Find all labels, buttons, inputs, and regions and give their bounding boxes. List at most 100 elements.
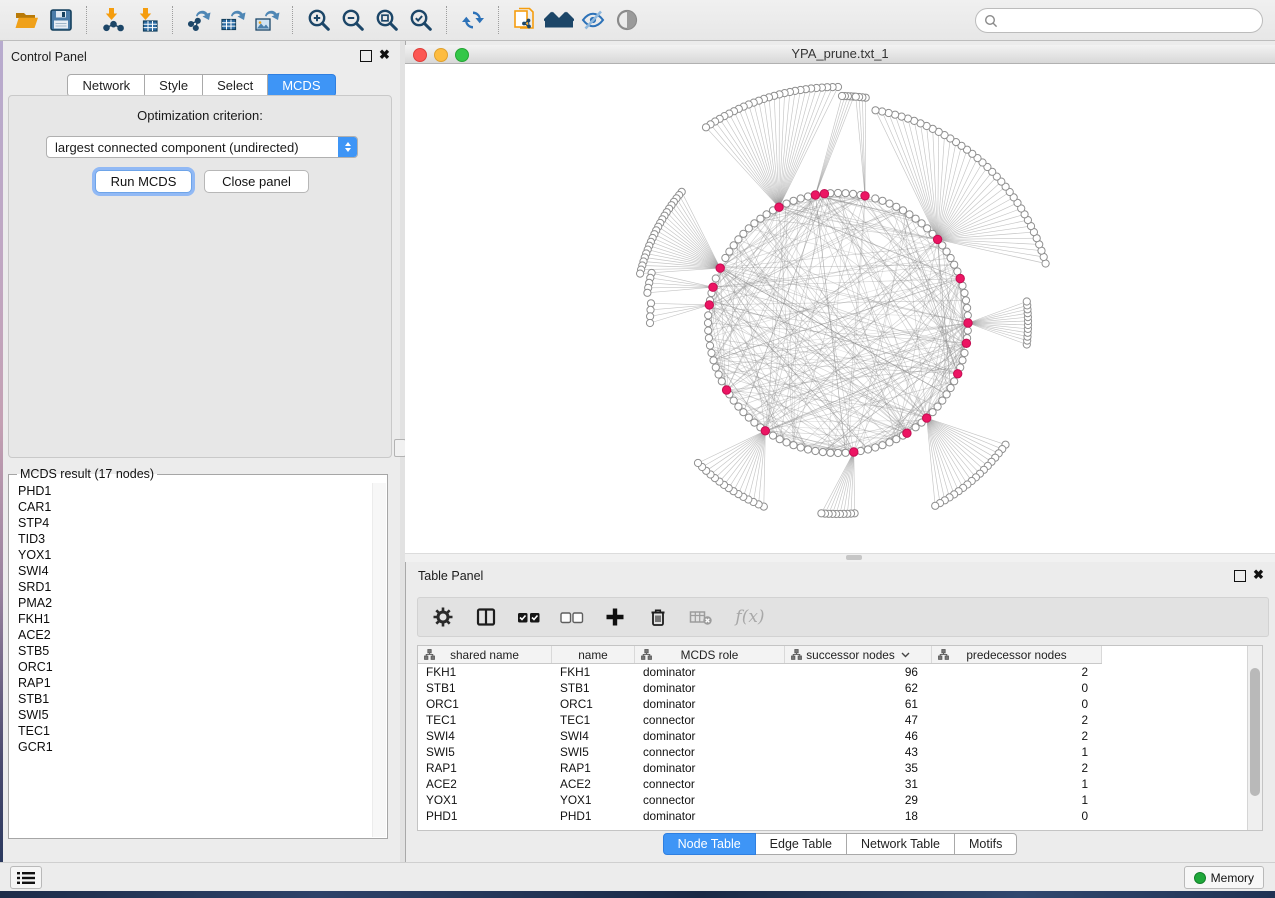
graph-node[interactable] xyxy=(790,197,797,204)
graph-node[interactable] xyxy=(864,446,871,453)
graph-node[interactable] xyxy=(961,349,968,356)
graph-node[interactable] xyxy=(943,391,950,398)
export-image-button[interactable] xyxy=(250,5,284,35)
tab-network-table[interactable]: Network Table xyxy=(847,833,955,855)
graph-node[interactable] xyxy=(705,312,712,319)
close-mcds-panel-button[interactable]: Close panel xyxy=(204,170,309,193)
graph-node[interactable] xyxy=(961,289,968,296)
select-all-button[interactable] xyxy=(518,606,540,628)
graph-node[interactable] xyxy=(951,378,958,385)
graph-hub-node[interactable] xyxy=(861,192,869,200)
table-row[interactable]: RAP1RAP1dominator352 xyxy=(418,760,1247,776)
column-header-predecessor-nodes[interactable]: predecessor nodes xyxy=(932,646,1102,663)
graph-node[interactable] xyxy=(893,436,900,443)
graph-node[interactable] xyxy=(804,446,811,453)
graph-node[interactable] xyxy=(818,510,825,517)
graph-node[interactable] xyxy=(819,449,826,456)
zoom-out-button[interactable] xyxy=(336,5,370,35)
graph-node[interactable] xyxy=(886,200,893,207)
graph-node[interactable] xyxy=(951,261,958,268)
mcds-result-item[interactable]: STP4 xyxy=(18,515,372,531)
network-view-canvas[interactable] xyxy=(405,64,1275,553)
table-row[interactable]: STB1STB1dominator620 xyxy=(418,680,1247,696)
graph-node[interactable] xyxy=(879,108,886,115)
import-table-button[interactable] xyxy=(130,5,164,35)
graph-node[interactable] xyxy=(838,92,845,99)
graph-node[interactable] xyxy=(705,335,712,342)
tab-network[interactable]: Network xyxy=(67,74,145,97)
graph-node[interactable] xyxy=(912,424,919,431)
hide-graphics-details-button[interactable] xyxy=(576,5,610,35)
graph-node[interactable] xyxy=(704,319,711,326)
graph-node[interactable] xyxy=(722,254,729,261)
graph-node[interactable] xyxy=(906,211,913,218)
close-table-panel-button[interactable]: ✖ xyxy=(1253,570,1264,580)
mcds-result-item[interactable]: ACE2 xyxy=(18,627,372,643)
tab-edge-table[interactable]: Edge Table xyxy=(756,833,847,855)
show-columns-button[interactable] xyxy=(475,606,497,628)
graph-node[interactable] xyxy=(702,124,709,131)
search-input[interactable] xyxy=(1003,13,1262,29)
graph-node[interactable] xyxy=(918,220,925,227)
graph-node[interactable] xyxy=(959,357,966,364)
table-row[interactable]: ACE2ACE2connector311 xyxy=(418,776,1247,792)
graph-hub-node[interactable] xyxy=(933,235,941,243)
mcds-result-item[interactable]: SWI5 xyxy=(18,707,372,723)
mcds-result-item[interactable]: ORC1 xyxy=(18,659,372,675)
graph-node[interactable] xyxy=(893,203,900,210)
graph-node[interactable] xyxy=(834,449,841,456)
tab-motifs[interactable]: Motifs xyxy=(955,833,1017,855)
graph-hub-node[interactable] xyxy=(811,191,819,199)
mcds-result-item[interactable]: PHD1 xyxy=(18,483,372,499)
zoom-fit-button[interactable] xyxy=(370,5,404,35)
mcds-result-item[interactable]: RAP1 xyxy=(18,675,372,691)
delete-table-button[interactable] xyxy=(690,606,712,628)
run-mcds-button[interactable]: Run MCDS xyxy=(95,170,192,193)
graph-node[interactable] xyxy=(852,93,859,100)
mcds-result-item[interactable]: TEC1 xyxy=(18,723,372,739)
table-vscroll-thumb[interactable] xyxy=(1250,668,1260,796)
graph-node[interactable] xyxy=(644,289,651,296)
refresh-button[interactable] xyxy=(456,5,490,35)
mcds-result-item[interactable]: FKH1 xyxy=(18,611,372,627)
table-row[interactable]: SWI5SWI5connector431 xyxy=(418,744,1247,760)
tab-node-table[interactable]: Node Table xyxy=(663,833,756,855)
graph-node[interactable] xyxy=(962,297,969,304)
mcds-result-item[interactable]: TID3 xyxy=(18,531,372,547)
graph-hub-node[interactable] xyxy=(964,319,972,327)
column-header-mcds-role[interactable]: MCDS role xyxy=(635,646,785,663)
graph-node[interactable] xyxy=(718,378,725,385)
graph-node[interactable] xyxy=(964,304,971,311)
graph-node[interactable] xyxy=(934,403,941,410)
graph-hub-node[interactable] xyxy=(954,370,962,378)
table-row[interactable]: TEC1TEC1connector472 xyxy=(418,712,1247,728)
graph-node[interactable] xyxy=(797,444,804,451)
graph-node[interactable] xyxy=(947,384,954,391)
graph-node[interactable] xyxy=(842,449,849,456)
graph-node[interactable] xyxy=(757,215,764,222)
graph-node[interactable] xyxy=(646,319,653,326)
graph-node[interactable] xyxy=(964,327,971,334)
graph-node[interactable] xyxy=(872,444,879,451)
deselect-all-button[interactable] xyxy=(561,606,583,628)
table-row[interactable]: PHD1PHD1dominator180 xyxy=(418,808,1247,824)
column-header-successor-nodes[interactable]: successor nodes xyxy=(785,646,932,663)
zoom-selected-button[interactable] xyxy=(404,5,438,35)
graph-node[interactable] xyxy=(886,439,893,446)
mcds-result-item[interactable]: YOX1 xyxy=(18,547,372,563)
save-session-button[interactable] xyxy=(44,5,78,35)
window-close-traffic-light[interactable] xyxy=(413,48,427,62)
graph-hub-node[interactable] xyxy=(962,339,970,347)
graph-node[interactable] xyxy=(783,200,790,207)
float-table-panel-button[interactable] xyxy=(1234,570,1246,582)
network-hscroll-thumb[interactable] xyxy=(846,555,862,560)
graph-node[interactable] xyxy=(850,190,857,197)
graph-node[interactable] xyxy=(964,312,971,319)
graph-node[interactable] xyxy=(712,364,719,371)
graph-hub-node[interactable] xyxy=(716,264,724,272)
graph-node[interactable] xyxy=(706,342,713,349)
task-history-button[interactable] xyxy=(10,866,42,889)
graph-node[interactable] xyxy=(872,195,879,202)
network-horizontal-scrollbar[interactable] xyxy=(405,553,1275,562)
graph-node[interactable] xyxy=(932,502,939,509)
